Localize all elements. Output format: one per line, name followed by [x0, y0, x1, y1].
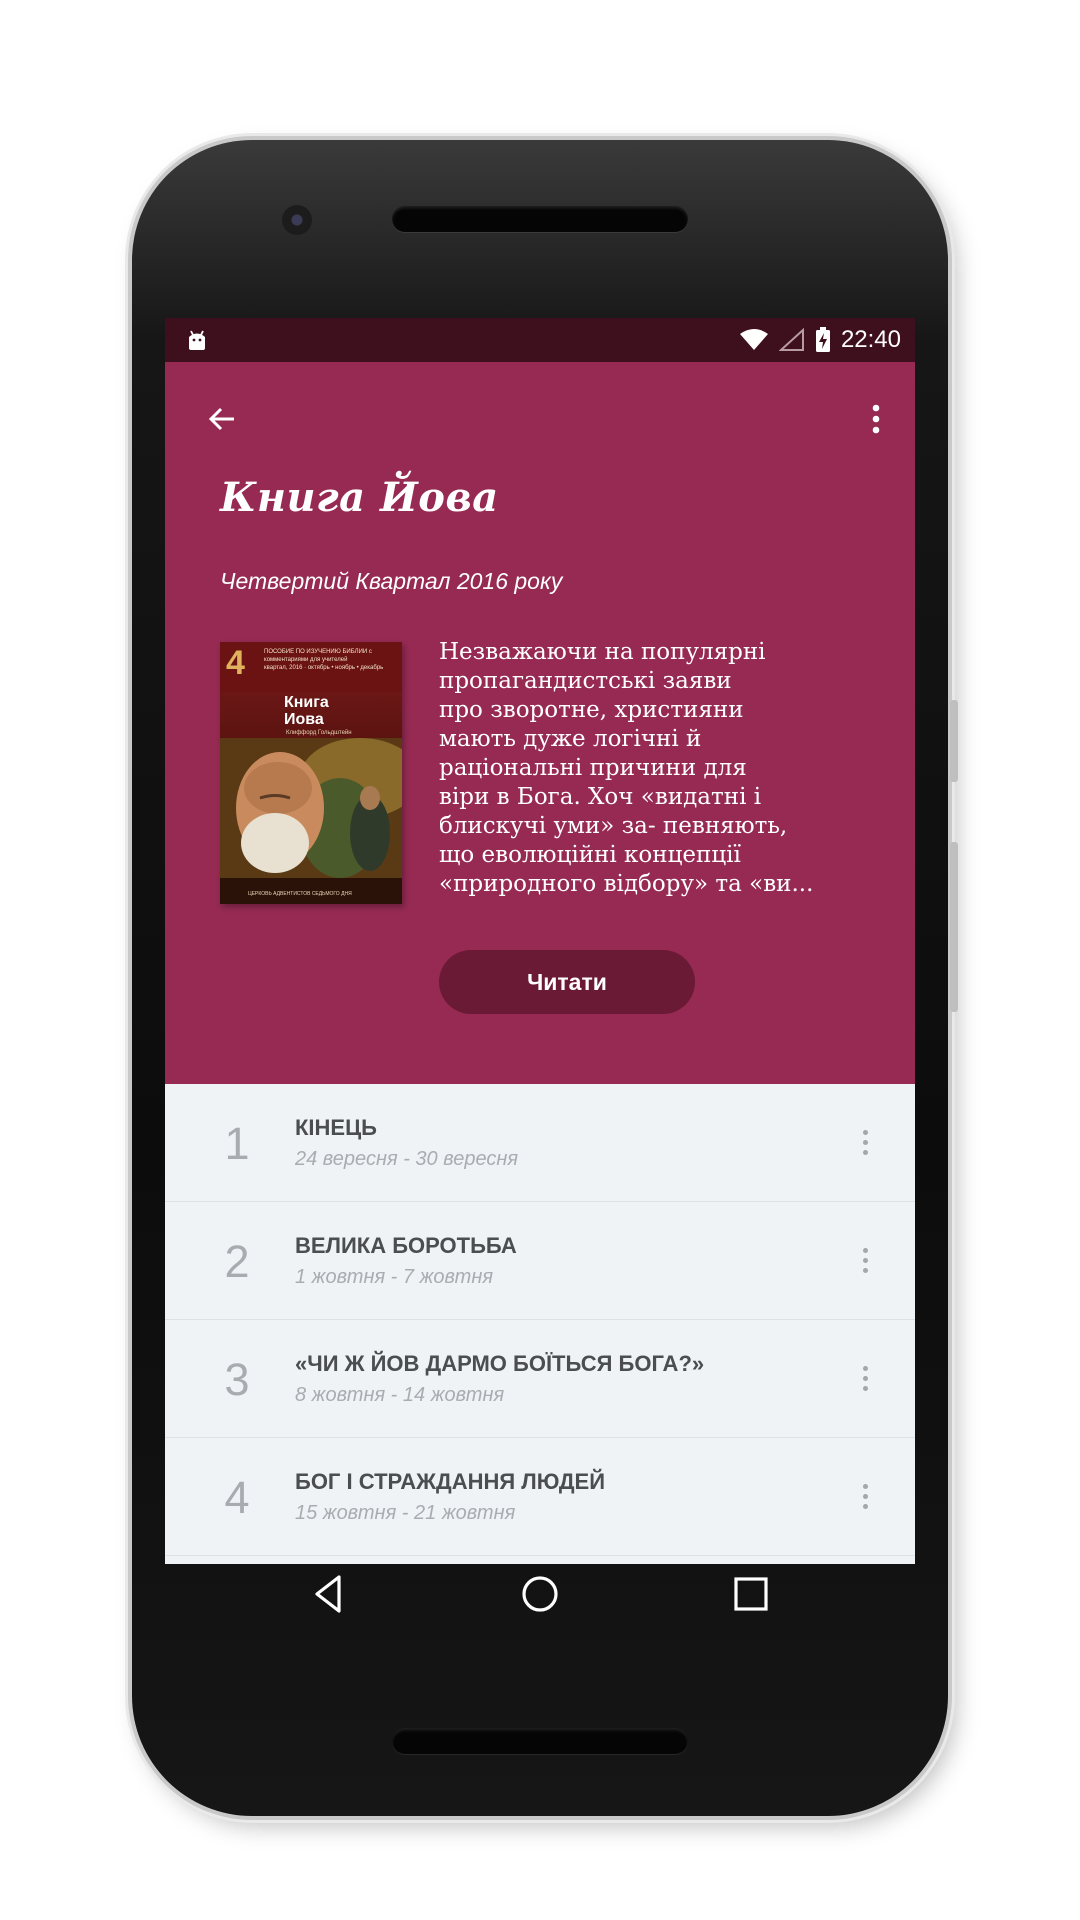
lesson-row[interactable]: 4 БОГ І СТРАЖДАННЯ ЛЮДЕЙ 15 жовтня - 21 …: [165, 1438, 915, 1556]
wifi-icon: [739, 329, 768, 350]
quarterly-title: Книга Йова: [220, 474, 499, 521]
lesson-title: ВЕЛИКА БОРОТЬБА: [295, 1233, 517, 1258]
lesson-row[interactable]: 2 ВЕЛИКА БОРОТЬБА 1 жовтня - 7 жовтня: [165, 1202, 915, 1320]
description-line: що еволюційні концепції: [439, 842, 741, 868]
lesson-more-icon[interactable]: [855, 1240, 875, 1280]
description-line: «природного відбору» та «ви...: [439, 871, 814, 897]
quarterly-subtitle: Четвертий Квартал 2016 року: [220, 568, 563, 594]
lesson-row[interactable]: 1 КІНЕЦЬ 24 вересня - 30 вересня: [165, 1084, 915, 1202]
more-options-button[interactable]: [849, 392, 903, 446]
read-button[interactable]: Читати: [439, 950, 695, 1014]
status-time: 22:40: [840, 326, 901, 353]
lesson-number: 1: [224, 1118, 250, 1169]
lesson-header: Книга Йова Четвертий Квартал 2016 року 4…: [165, 362, 915, 1084]
volume-button: [950, 700, 958, 782]
lesson-title: «ЧИ Ж ЙОВ ДАРМО БОЇТЬСЯ БОГА?»: [295, 1351, 705, 1376]
description-line: раціональні причини для: [439, 755, 747, 781]
lesson-number: 4: [224, 1472, 250, 1523]
lesson-list: 1 КІНЕЦЬ 24 вересня - 30 вересня 2 ВЕЛИК…: [165, 1084, 915, 1556]
app-screen: 22:40 Книга Йова Четвертий Квартал 2016 …: [165, 318, 915, 1564]
lesson-number: 2: [224, 1236, 250, 1287]
cover-artwork: [220, 738, 402, 878]
lesson-more-icon[interactable]: [855, 1122, 875, 1162]
cover-title: Книга Иова: [284, 694, 329, 728]
front-camera: [282, 205, 312, 235]
description-line: віри в Бога. Хоч «видатні і: [439, 784, 762, 810]
lesson-dates: 8 жовтня - 14 жовтня: [295, 1384, 505, 1406]
lesson-more-icon[interactable]: [855, 1476, 875, 1516]
back-button[interactable]: [195, 392, 249, 446]
more-vert-icon: [872, 404, 880, 434]
description-line: про зворотне, християни: [439, 697, 744, 723]
arrow-left-icon: [208, 407, 234, 431]
lesson-number: 3: [224, 1354, 250, 1405]
nav-back-icon[interactable]: [306, 1571, 352, 1617]
description-line: Незважаючи на популярні: [439, 639, 766, 665]
quarterly-cover-image: 4 ПОСОБИЕ ПО ИЗУЧЕНИЮ БИБЛИИ с комментар…: [220, 642, 402, 904]
cover-top-text: ПОСОБИЕ ПО ИЗУЧЕНИЮ БИБЛИИ с комментария…: [264, 648, 396, 672]
status-bar: 22:40: [165, 318, 915, 362]
cover-quarter-text: квартал, 2016 · октябрь • ноябрь • декаб…: [264, 665, 384, 671]
quarterly-description: Незважаючи на популярні пропагандистські…: [439, 638, 859, 899]
bottom-speaker: [392, 1728, 688, 1754]
android-notification-icon: [189, 330, 205, 350]
nav-recents-icon[interactable]: [728, 1571, 774, 1617]
lesson-title: БОГ І СТРАЖДАННЯ ЛЮДЕЙ: [295, 1469, 606, 1494]
battery-charging-icon: [815, 327, 830, 352]
status-icons: 22:40: [739, 318, 901, 362]
power-button: [950, 842, 958, 1012]
lesson-dates: 1 жовтня - 7 жовтня: [295, 1266, 494, 1288]
cover-series-text: ПОСОБИЕ ПО ИЗУЧЕНИЮ БИБЛИИ с комментария…: [264, 649, 372, 663]
lesson-title: КІНЕЦЬ: [295, 1115, 377, 1140]
lesson-more-icon[interactable]: [855, 1358, 875, 1398]
nav-home-icon[interactable]: [517, 1571, 563, 1617]
description-line: блискучі уми» за- певняють,: [439, 813, 788, 839]
cover-author: Клиффорд Гольдштейн: [286, 730, 352, 736]
top-speaker: [392, 206, 688, 232]
lesson-dates: 15 жовтня - 21 жовтня: [295, 1502, 516, 1524]
description-line: пропагандистські заяви: [439, 668, 732, 694]
cell-signal-icon: [778, 328, 804, 351]
cover-org: ЦЕРКОВЬ АДВЕНТИСТОВ СЕДЬМОГО ДНЯ: [248, 891, 352, 897]
lesson-row[interactable]: 3 «ЧИ Ж ЙОВ ДАРМО БОЇТЬСЯ БОГА?» 8 жовтн…: [165, 1320, 915, 1438]
lesson-dates: 24 вересня - 30 вересня: [295, 1148, 519, 1170]
cover-number: 4: [226, 644, 245, 682]
description-line: мають дуже логічні й: [439, 726, 702, 752]
